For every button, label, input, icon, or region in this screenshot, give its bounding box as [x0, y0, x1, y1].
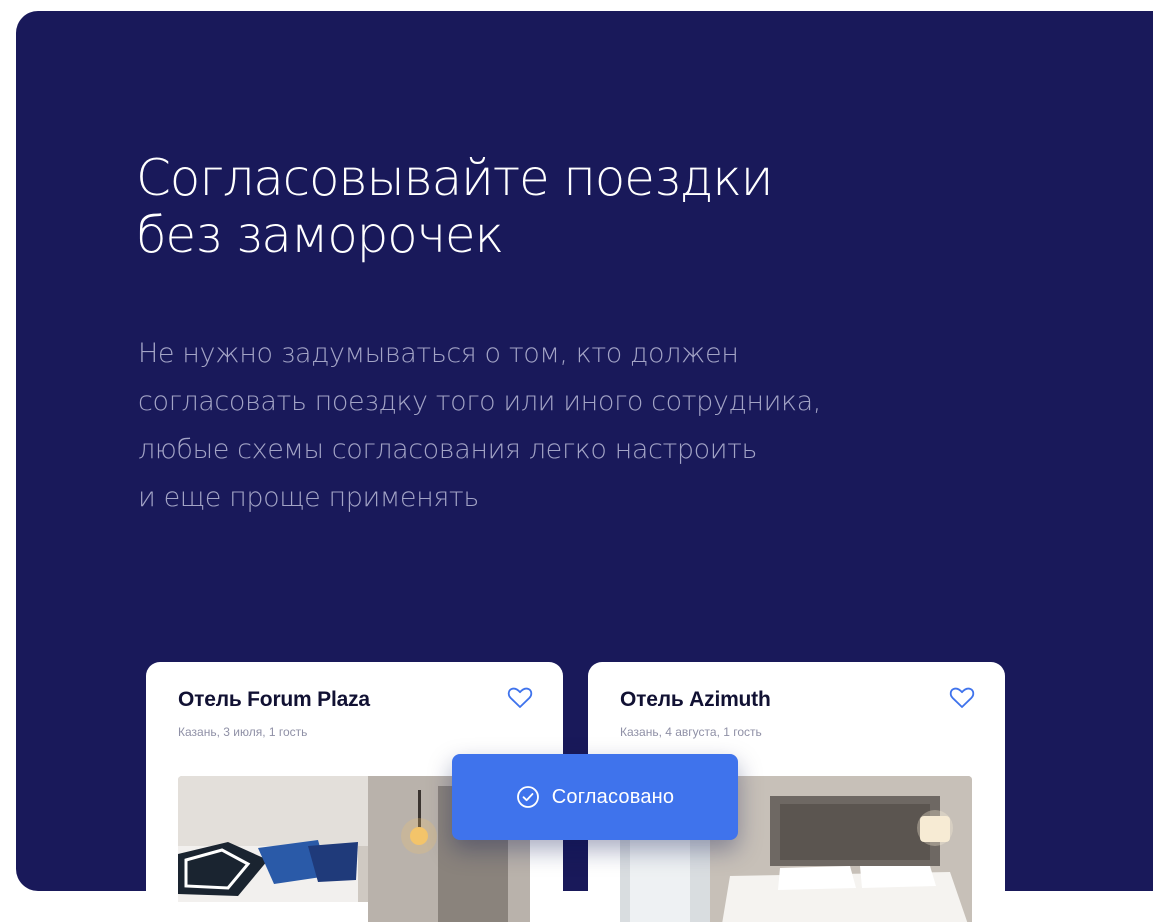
- hotel-card-details: Казань, 3 июля, 1 гость: [178, 725, 308, 739]
- check-circle-icon: [516, 786, 539, 808]
- page-title-line-1: Согласовывайте поездки: [136, 149, 774, 207]
- hotel-card-title: Отель Azimuth: [620, 688, 771, 711]
- hero-description-line-4: и еще проще применять: [138, 482, 479, 513]
- hotel-card-details: Казань, 4 августа, 1 гость: [620, 725, 762, 739]
- page-title: Согласовывайте поездки без заморочек: [136, 150, 1036, 264]
- hero-description-line-3: любые схемы согласования легко настроить: [138, 434, 758, 465]
- hotel-card-title: Отель Forum Plaza: [178, 688, 370, 711]
- page-title-line-2: без заморочек: [136, 206, 504, 264]
- favorite-heart-icon[interactable]: [507, 686, 533, 710]
- hero-description: Не нужно задумываться о том, кто должен …: [138, 330, 1038, 522]
- approved-label: Согласовано: [551, 785, 675, 808]
- hero-description-line-1: Не нужно задумываться о том, кто должен: [138, 338, 739, 369]
- hero-description-line-2: согласовать поездку того или иного сотру…: [138, 386, 821, 417]
- favorite-heart-icon[interactable]: [949, 686, 975, 710]
- approved-button[interactable]: Согласовано: [452, 754, 738, 840]
